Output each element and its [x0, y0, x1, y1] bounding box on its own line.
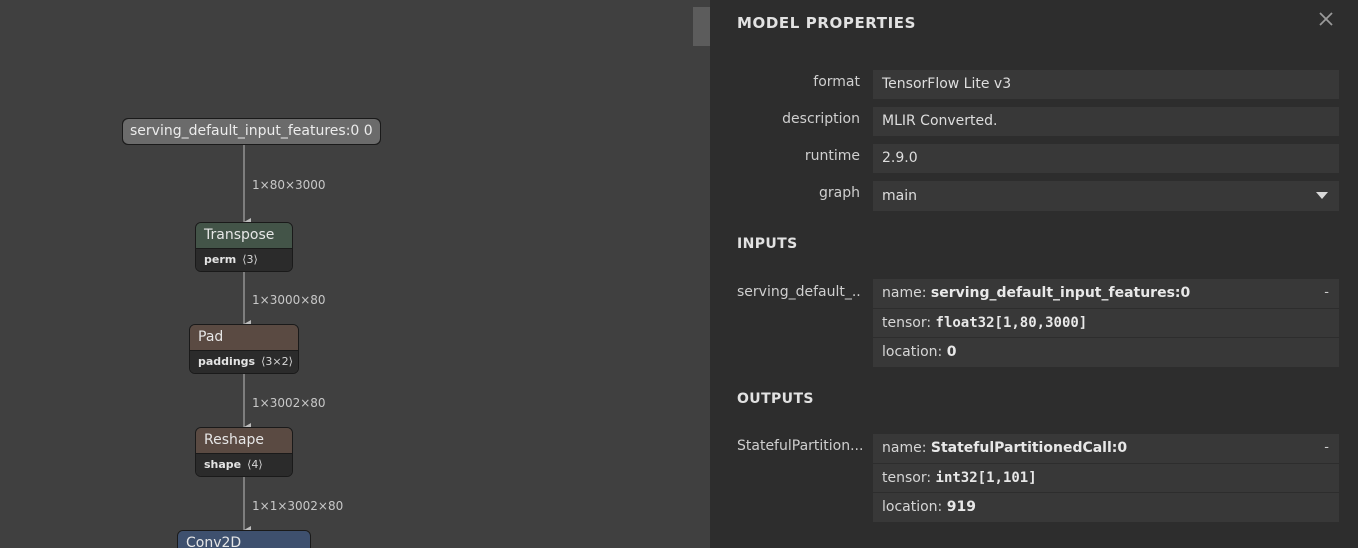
- output-location-row: location: 919: [873, 493, 1339, 522]
- node-transpose-attr-value: ⟨3⟩: [242, 253, 258, 266]
- edge-label-pad-reshape: 1×3002×80: [252, 396, 326, 410]
- property-label-graph: graph: [819, 185, 860, 201]
- input-name-row: name: serving_default_input_features:0 -: [873, 279, 1339, 309]
- input-location-key: location:: [882, 344, 947, 360]
- graph-canvas[interactable]: 1×80×3000 1×3000×80 1×3002×80 1×1×3002×8…: [0, 0, 710, 548]
- panel-title: MODEL PROPERTIES: [737, 14, 917, 32]
- edge-label-reshape-conv2d: 1×1×3002×80: [252, 499, 344, 513]
- edge-label-input-transpose: 1×80×3000: [252, 178, 326, 192]
- chevron-down-icon: [1316, 192, 1328, 199]
- node-pad-attr-value: ⟨3×2⟩: [261, 355, 293, 368]
- output-name-key: name:: [882, 440, 931, 456]
- output-tensor-value: int32[1,101]: [935, 469, 1037, 486]
- input-tensor-value: float32[1,80,3000]: [935, 314, 1088, 331]
- graph-input-node-label: serving_default_input_features:0 0: [123, 119, 380, 144]
- node-reshape-title: Reshape: [196, 428, 292, 453]
- input-location-value: 0: [946, 344, 957, 360]
- output-location-value: 919: [946, 499, 976, 515]
- input-argument-label: serving_default_...: [737, 284, 862, 300]
- output-argument-box: name: StatefulPartitionedCall:0 - tensor…: [873, 434, 1339, 522]
- property-label-description: description: [782, 111, 860, 127]
- input-name-value: serving_default_input_features:0: [930, 285, 1191, 301]
- node-pad-attr-name: paddings: [198, 355, 256, 368]
- property-value-description: MLIR Converted.: [873, 107, 1339, 136]
- graph-edges: [243, 144, 251, 534]
- graph-select-value: main: [882, 188, 917, 204]
- output-argument-label: StatefulPartition...: [737, 438, 862, 454]
- node-reshape-attr-name: shape: [204, 458, 242, 471]
- graph-select[interactable]: main: [873, 181, 1339, 211]
- graph-scrollbar-thumb[interactable]: [693, 7, 710, 46]
- inputs-section-title: INPUTS: [737, 236, 798, 252]
- input-collapse-button[interactable]: -: [1324, 279, 1329, 308]
- input-name-key: name:: [882, 285, 931, 301]
- node-conv2d-title: Conv2D: [178, 531, 310, 548]
- input-argument-box: name: serving_default_input_features:0 -…: [873, 279, 1339, 367]
- node-transpose-attr: perm ⟨3⟩: [196, 248, 292, 271]
- property-label-format: format: [813, 74, 860, 90]
- input-location-row: location: 0: [873, 338, 1339, 367]
- model-properties-panel: MODEL PROPERTIES format TensorFlow Lite …: [710, 0, 1358, 548]
- node-reshape-attr: shape ⟨4⟩: [196, 453, 292, 476]
- property-label-runtime: runtime: [804, 148, 860, 164]
- output-collapse-button[interactable]: -: [1324, 434, 1329, 463]
- edge-label-transpose-pad: 1×3000×80: [252, 293, 326, 307]
- output-name-row: name: StatefulPartitionedCall:0 -: [873, 434, 1339, 464]
- node-transpose-title: Transpose: [196, 223, 292, 248]
- property-value-format: TensorFlow Lite v3: [873, 70, 1339, 99]
- output-tensor-key: tensor:: [882, 469, 936, 486]
- node-reshape-attr-value: ⟨4⟩: [247, 458, 263, 471]
- outputs-section-title: OUTPUTS: [737, 391, 814, 407]
- node-pad-title: Pad: [190, 325, 298, 350]
- property-value-runtime: 2.9.0: [873, 144, 1339, 173]
- node-transpose-attr-name: perm: [204, 253, 237, 266]
- output-location-key: location:: [882, 499, 947, 515]
- close-icon[interactable]: [1317, 10, 1335, 28]
- node-conv2d[interactable]: Conv2D: [177, 530, 311, 548]
- node-transpose[interactable]: Transpose perm ⟨3⟩: [195, 222, 293, 272]
- output-name-value: StatefulPartitionedCall:0: [930, 440, 1128, 456]
- output-tensor-row: tensor: int32[1,101]: [873, 464, 1339, 493]
- input-tensor-row: tensor: float32[1,80,3000]: [873, 309, 1339, 338]
- input-tensor-key: tensor:: [882, 314, 936, 331]
- node-reshape[interactable]: Reshape shape ⟨4⟩: [195, 427, 293, 477]
- node-pad-attr: paddings ⟨3×2⟩: [190, 350, 298, 373]
- graph-input-node[interactable]: serving_default_input_features:0 0: [122, 118, 381, 145]
- node-pad[interactable]: Pad paddings ⟨3×2⟩: [189, 324, 299, 374]
